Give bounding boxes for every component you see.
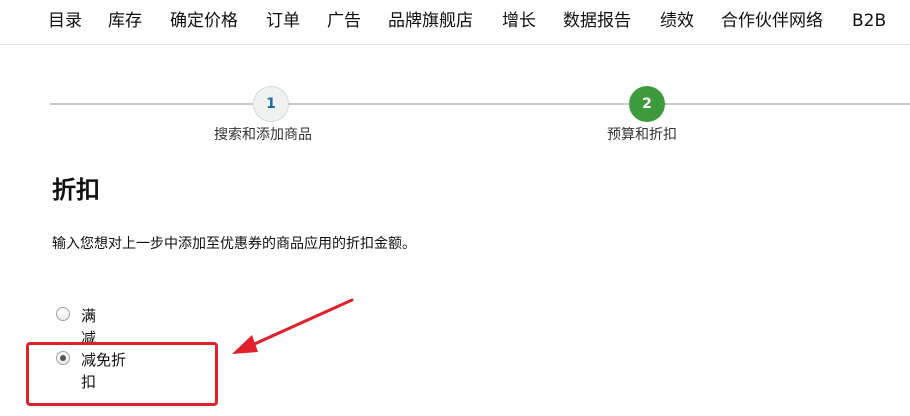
- annotation-arrow-icon: [232, 298, 354, 354]
